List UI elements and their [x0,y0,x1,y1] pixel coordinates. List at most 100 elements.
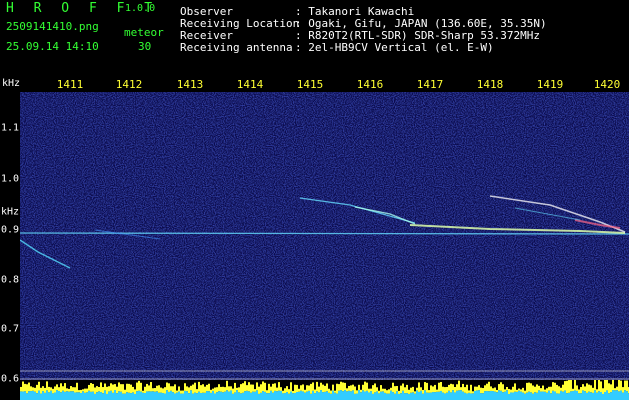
level-bar-cyan [480,393,482,400]
level-bar-cyan [518,390,520,400]
level-bar-yellow [498,384,500,391]
level-bar-cyan [262,391,264,400]
level-bar-cyan [98,391,100,400]
level-bar-yellow [394,386,396,394]
level-bar-cyan [492,391,494,400]
level-bar-yellow [122,384,124,394]
level-bar-yellow [80,389,82,393]
level-bar-yellow [156,385,158,392]
level-bar-yellow [62,386,64,391]
level-bar-yellow [500,382,502,391]
level-bar-cyan [174,393,176,400]
level-bar-yellow [430,385,432,393]
level-bar-yellow [128,383,130,393]
level-bar-yellow [66,388,68,392]
level-bar-yellow [26,384,28,394]
level-bar-yellow [424,382,426,391]
level-bar-yellow [346,388,348,392]
level-bar-yellow [472,391,474,394]
level-bar-yellow [406,384,408,394]
level-bar-cyan [440,390,442,400]
level-bar-cyan [358,390,360,400]
level-bar-cyan [226,390,228,400]
level-bar-cyan [244,391,246,400]
level-bar-cyan [354,393,356,400]
level-bar-cyan [308,390,310,400]
level-bar-yellow [220,386,222,392]
level-bar-cyan [166,390,168,400]
level-bar-cyan [572,391,574,400]
level-bar-yellow [192,384,194,394]
level-bar-cyan [610,392,612,400]
level-bar-cyan [140,391,142,400]
level-bar-cyan [102,393,104,400]
level-bar-cyan [300,390,302,400]
level-bar-cyan [392,392,394,400]
level-bar-cyan [454,392,456,400]
level-bar-yellow [322,384,324,393]
level-bar-yellow [538,385,540,391]
level-bar-cyan [200,392,202,400]
level-bar-yellow [70,386,72,392]
level-bar-yellow [426,382,428,393]
level-bar-cyan [394,393,396,400]
level-bar-cyan [220,391,222,400]
level-bar-yellow [248,382,250,392]
level-bar-yellow [258,386,260,394]
level-bar-cyan [506,390,508,400]
level-bar-cyan [230,390,232,400]
level-bar-yellow [390,387,392,391]
level-bar-cyan [462,391,464,400]
level-bar-cyan [286,392,288,400]
time-tick-label: 1413 [176,78,204,91]
level-bar-cyan [330,393,332,400]
level-bar-yellow [558,386,560,394]
level-bar-yellow [506,386,508,391]
level-bar-yellow [450,383,452,393]
level-bar-cyan [514,391,516,400]
level-bar-cyan [426,392,428,400]
level-bar-yellow [130,384,132,394]
level-bar-cyan [40,393,42,400]
level-bar-cyan [276,391,278,400]
level-bar-cyan [598,391,600,400]
level-bar-yellow [180,390,182,394]
level-bar-cyan [122,393,124,400]
app-version: 1.0.0 [125,3,156,14]
level-bar-yellow [586,383,588,393]
level-bar-cyan [292,393,294,400]
level-bar-cyan [208,391,210,400]
level-bar-cyan [548,390,550,400]
level-bar-yellow [222,386,224,393]
level-bar-yellow [190,385,192,391]
level-bar-yellow [120,384,122,392]
level-bar-cyan [402,390,404,400]
level-bar-cyan [372,393,374,400]
level-bar-cyan [422,393,424,400]
level-bar-cyan [170,390,172,400]
level-bar-yellow [330,390,332,394]
level-bar-cyan [312,390,314,400]
level-bar-cyan [118,391,120,400]
level-bar-yellow [564,381,566,391]
level-bar-yellow [578,389,580,394]
observation-datetime: 25.09.14 14:10 [6,40,99,53]
level-bar-cyan [434,392,436,400]
level-bar-cyan [252,391,254,400]
level-bar-cyan [254,391,256,400]
level-bar-yellow [254,389,256,392]
level-bar-cyan [406,393,408,400]
level-bar-yellow [478,385,480,391]
level-bar-yellow [182,390,184,394]
level-bar-cyan [424,390,426,400]
level-bar-yellow [508,388,510,394]
level-bar-yellow [144,386,146,393]
level-bar-yellow [280,387,282,391]
level-bar-yellow [266,390,268,394]
level-bar-yellow [84,388,86,393]
level-bar-yellow [268,383,270,394]
level-bar-cyan [70,391,72,400]
header-panel: H R O F F T 1.0.0 2509141410.png 25.09.1… [0,0,629,78]
level-bar-cyan [194,392,196,400]
level-bar-yellow [208,383,210,392]
